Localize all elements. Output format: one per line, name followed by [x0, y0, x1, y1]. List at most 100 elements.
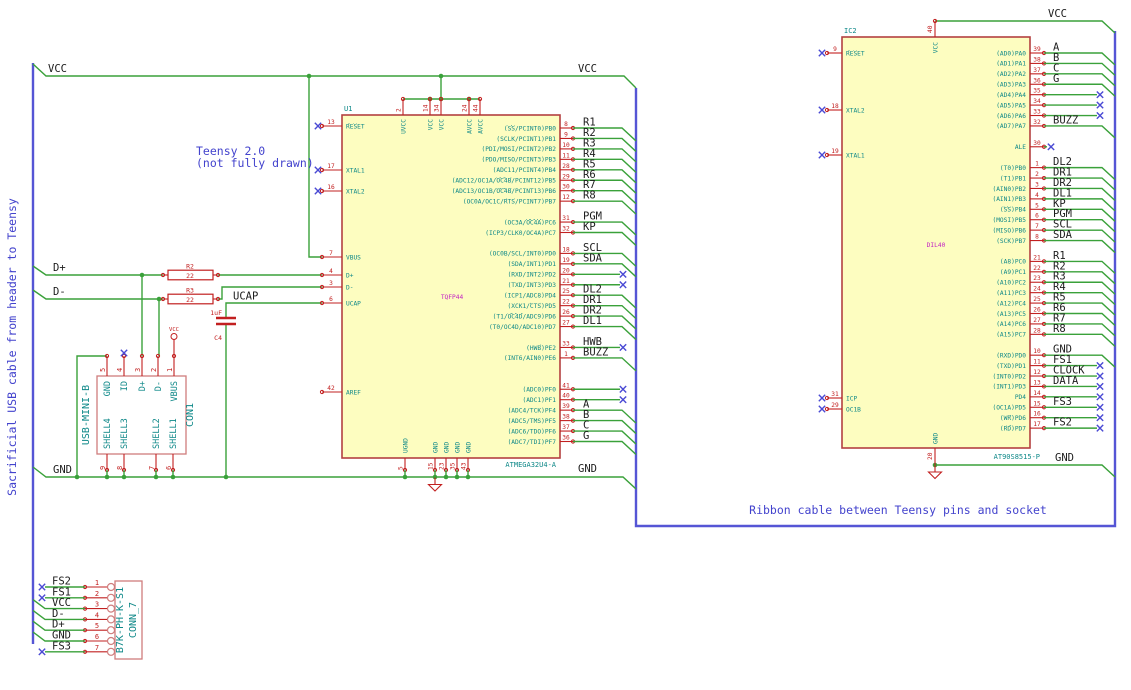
u1-pin-num: 32 — [562, 226, 570, 233]
net-label-data: DATA — [1053, 375, 1079, 387]
u1-pin-name: (OC0B/SCL/INT0)PD0 — [489, 251, 556, 258]
ic2-pin-num: 39 — [1033, 46, 1041, 53]
u1-pin-num: 37 — [562, 424, 570, 431]
ic2-pin-num: 24 — [1033, 286, 1041, 293]
u1-pin-num: 21 — [562, 278, 570, 285]
conn7-pin-num: 3 — [95, 601, 99, 609]
u1-pin-num: 26 — [562, 309, 570, 316]
ic2-pin-name: (AD3)PA3 — [996, 82, 1026, 89]
u1-pin-name: XTAL2 — [346, 188, 365, 195]
u1-pin-name: (T1/OC4D/ADC9)PD6 — [493, 313, 557, 320]
conn7-pin-circle — [106, 626, 116, 635]
junction-dot — [139, 272, 145, 278]
u1-ref: U1 — [344, 105, 352, 113]
conn7-pin-num: 6 — [95, 633, 99, 641]
ic2-vcc-wire — [935, 20, 1116, 34]
ic2-pin-num: 30 — [1033, 140, 1041, 147]
u1-pin-num: 39 — [562, 403, 570, 410]
ic2-pin-name: (A15)PC7 — [996, 332, 1026, 339]
junction-dot — [306, 73, 312, 79]
conn7-pin-num: 7 — [95, 644, 99, 652]
net-label-buzz: BUZZ — [1053, 114, 1078, 126]
ic2-pin-name: VCC — [933, 42, 940, 53]
ic2-pin-num: 40 — [927, 25, 934, 33]
u1-value: ATMEGA32U4-A — [505, 461, 556, 469]
u1-pin-num: 13 — [327, 119, 335, 126]
u1-pin-num: 44 — [473, 104, 480, 112]
u1-pin-name: VCC — [438, 119, 445, 130]
u1-pin-num: 43 — [461, 462, 468, 470]
u1-pin-name: (PDO/MISO/PCINT3)PB3 — [481, 157, 556, 164]
u1-pin-num: 30 — [562, 184, 570, 191]
conn7-ref: CONN_7 — [128, 602, 139, 638]
ic2-pin-num: 20 — [927, 452, 934, 460]
con1-pin-num: 1 — [166, 368, 174, 372]
u1-pin-name: UGND — [402, 438, 409, 453]
ic2-pin-name: (AD4)PA4 — [996, 92, 1026, 99]
u1-pin-num: 19 — [562, 257, 570, 264]
wire — [573, 357, 637, 372]
u1-pin-num: 12 — [562, 194, 570, 201]
no-connect-icon — [1096, 372, 1104, 380]
ic2-ref: IC2 — [844, 27, 857, 35]
conn7-pin-num: 1 — [95, 579, 99, 587]
vcc-flag-label: VCC — [169, 327, 179, 333]
ic2-pin-num: 7 — [1035, 223, 1039, 230]
u1-pin-num: 4 — [329, 268, 333, 275]
ic2-pin-name: (A9)PC1 — [1000, 269, 1026, 276]
u1-pin-name: (TXD/INT3)PD3 — [508, 282, 557, 289]
ic2-pin-name: ALE — [1015, 144, 1026, 151]
u1-pin-num: 22 — [562, 299, 570, 306]
wire — [573, 440, 637, 456]
u1-pin-name: D- — [346, 284, 353, 291]
ic2-pin-num: 32 — [1033, 119, 1041, 126]
net-label-fs2: FS2 — [1053, 417, 1072, 429]
u1-pin-name: (XCK1/CTS)PD5 — [508, 303, 557, 310]
u1-pin-name: XTAL1 — [346, 167, 365, 174]
u1-pin-name: GND — [465, 442, 472, 453]
con1-pin-name: SHELL1 — [169, 418, 179, 449]
net-label-g: G — [1053, 73, 1059, 85]
ic2-pin-name: (A8)PC0 — [1000, 259, 1026, 266]
net-label-fs3: FS3 — [52, 640, 71, 652]
con1-value: USB-MINI-B — [81, 385, 92, 445]
ic2-pin-num: 31 — [831, 391, 839, 398]
ic2-pin-num: 25 — [1033, 296, 1041, 303]
ic2-pin-num: 35 — [1033, 88, 1041, 95]
u1-pin-name: (ADC12/OC1A/OC4B/PCINT12)PB5 — [452, 178, 557, 185]
u1-pin-num: 36 — [562, 435, 570, 442]
ic2-pin-num: 18 — [831, 103, 839, 110]
con1-pin-name: SHELL4 — [103, 418, 113, 449]
no-connect-icon — [120, 349, 128, 357]
net-label-sda: SDA — [1053, 229, 1073, 241]
no-connect-icon — [619, 281, 627, 289]
schematic-canvas: VCC VCC D+ D- UCAP GND GND VCC GND Teensy 2.0 (not… — [0, 0, 1131, 690]
u1-pin-name: AVCC — [466, 119, 473, 134]
ic2-pin-num: 23 — [1033, 275, 1041, 282]
net-label-g: G — [583, 430, 589, 442]
no-connect-icon — [818, 49, 826, 57]
net-label-r8: R8 — [1053, 323, 1066, 335]
u1-pin-name: (HWB)PE2 — [526, 345, 556, 352]
ic2-pin-num: 27 — [1033, 317, 1041, 324]
no-connect-icon — [1096, 424, 1104, 432]
con1-pin-name: ID — [120, 381, 130, 391]
con1-pin-name: GND — [103, 381, 113, 396]
u1-pin-name: (INT6/AIN0)PE6 — [504, 355, 556, 362]
no-connect-icon — [619, 270, 627, 278]
u1-pin-name: GND — [432, 442, 439, 453]
ic2-value: AT90S8515-P — [994, 453, 1040, 461]
ic2-pin-name: (INT0)PD2 — [992, 373, 1026, 380]
no-connect-icon — [1096, 111, 1104, 120]
con1-pin-num: 2 — [150, 368, 158, 372]
ic2-pin-name: (A13)PC5 — [996, 311, 1026, 318]
conn7-value: B7K-PH-K-S1 — [115, 587, 126, 653]
wire — [1044, 125, 1116, 139]
r3-ref: R3 — [186, 287, 194, 295]
ic2-pin-name: (T1)PB1 — [1000, 175, 1026, 182]
u1-pin-name: (ADC4/TCK)PF4 — [508, 407, 557, 414]
ic2-pin-num: 1 — [1035, 161, 1039, 168]
no-connect-icon — [619, 343, 627, 352]
net-label-vcc_left: VCC — [48, 63, 67, 75]
ic2-pin-num: 13 — [1033, 379, 1041, 386]
